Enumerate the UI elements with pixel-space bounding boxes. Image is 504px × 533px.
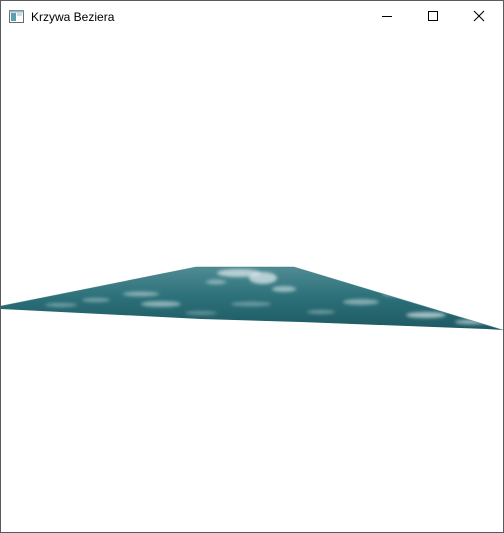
app-window: Krzywa Beziera xyxy=(0,0,504,533)
bezier-surface xyxy=(1,266,503,331)
window-title: Krzywa Beziera xyxy=(31,10,115,24)
close-button[interactable] xyxy=(456,1,502,31)
minimize-button[interactable] xyxy=(364,1,410,31)
maximize-button[interactable] xyxy=(410,1,456,31)
close-icon xyxy=(473,10,485,22)
title-bar[interactable]: Krzywa Beziera xyxy=(1,1,503,32)
minimize-icon xyxy=(382,16,392,17)
render-canvas[interactable] xyxy=(1,32,503,532)
maximize-icon xyxy=(428,11,438,21)
app-window-icon xyxy=(9,9,25,25)
